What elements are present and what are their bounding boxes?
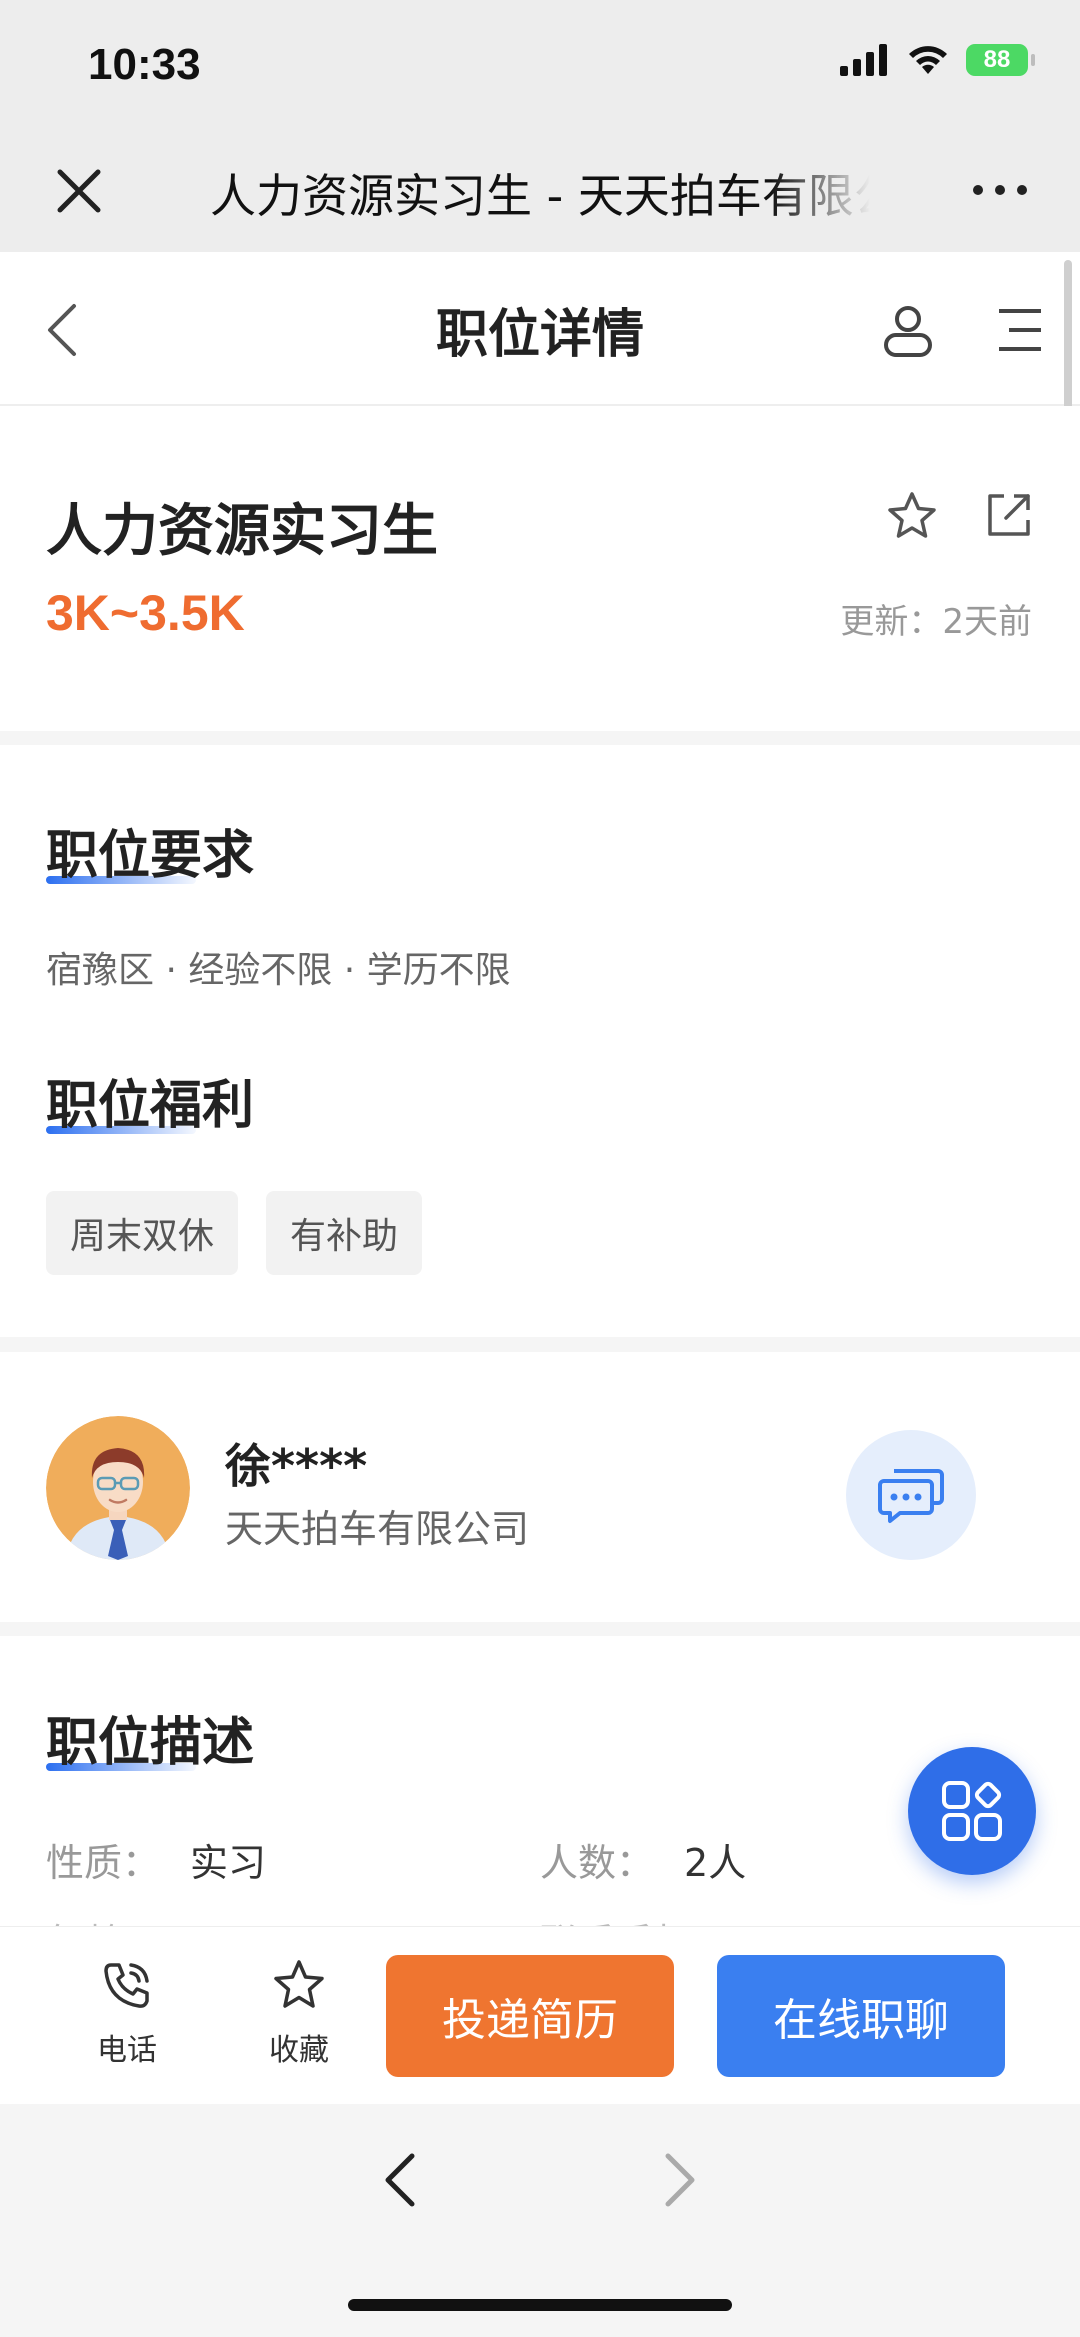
- avatar-illustration: [46, 1416, 190, 1560]
- description-heading-text: 职位描述: [46, 1713, 255, 1773]
- update-time: 更新：2天前: [840, 594, 1032, 643]
- grid-apps-icon: [942, 1781, 1002, 1841]
- signal-icon: [840, 44, 887, 76]
- update-label: 更新：: [840, 602, 943, 642]
- phone-label: 电话: [97, 2033, 157, 2068]
- benefit-tag: 周末双休: [46, 1191, 239, 1275]
- share-icon[interactable]: [984, 490, 1034, 540]
- online-chat-button[interactable]: 在线职聊: [717, 1955, 1005, 2077]
- wechat-title-bar: 人力资源实习生 - 天天拍车有限公司: [0, 130, 1080, 252]
- recruiter-card[interactable]: 徐**** 天天拍车有限公司: [0, 1352, 1080, 1622]
- nature-row: 性质： 实习: [46, 1832, 266, 1887]
- page-header: 职位详情: [0, 252, 1080, 406]
- apply-resume-button[interactable]: 投递简历: [386, 1955, 674, 2077]
- headcount-label: 人数：: [540, 1841, 655, 1885]
- benefits-heading: 职位福利: [46, 1063, 254, 1138]
- floating-menu-button[interactable]: [908, 1747, 1036, 1875]
- chat-button[interactable]: [846, 1430, 976, 1560]
- star-outline-icon: [274, 1960, 324, 2008]
- star-icon[interactable]: [886, 490, 938, 542]
- favorite-label: 收藏: [269, 2033, 329, 2068]
- bottom-action-bar: 电话 收藏 投递简历 在线职聊: [0, 1926, 1080, 2105]
- phone-label-cut: 联系手机：: [540, 1912, 730, 1926]
- requirements-heading-text: 职位要求: [46, 826, 255, 886]
- requirements-card: 职位要求 宿豫区 · 经验不限 · 学历不限 职位福利 周末双休 有补助: [0, 745, 1080, 1337]
- requirements-heading: 职位要求: [46, 813, 254, 888]
- battery-indicator: 88: [966, 44, 1035, 76]
- benefit-tag: 有补助: [266, 1191, 423, 1275]
- headcount-value: 2人: [684, 1841, 747, 1885]
- phone-button[interactable]: 电话: [72, 1959, 182, 2069]
- benefits-heading-text: 职位福利: [46, 1076, 255, 1136]
- wifi-icon: [909, 46, 947, 74]
- update-value: 2天前: [942, 602, 1032, 642]
- job-salary: 3K~3.5K: [46, 585, 245, 641]
- nature-label: 性质：: [46, 1841, 161, 1885]
- more-icon[interactable]: [970, 178, 1030, 202]
- job-header-card: 人力资源实习生 3K~3.5K 更新：2天前: [0, 406, 1080, 731]
- status-bar: 10:33 88: [0, 0, 1080, 130]
- user-icon[interactable]: [880, 302, 936, 358]
- recruiter-name: 徐****: [225, 1439, 368, 1493]
- description-heading: 职位描述: [46, 1700, 254, 1775]
- benefit-tags: 周末双休 有补助: [46, 1191, 423, 1275]
- status-icons: 88: [840, 44, 1035, 76]
- requirements-text: 宿豫区 · 经验不限 · 学历不限: [46, 950, 511, 991]
- browser-forward-icon[interactable]: [660, 2148, 700, 2212]
- recruiter-company: 天天拍车有限公司: [225, 1507, 530, 1551]
- wechat-page-title: 人力资源实习生 - 天天拍车有限公司: [210, 169, 870, 220]
- job-title: 人力资源实习生: [46, 499, 438, 564]
- status-time: 10:33: [88, 40, 201, 89]
- menu-icon[interactable]: [995, 307, 1045, 353]
- chat-bubble-icon: [878, 1469, 944, 1523]
- battery-level: 88: [983, 46, 1011, 73]
- browser-back-icon[interactable]: [380, 2148, 420, 2212]
- recruiter-avatar: [46, 1416, 190, 1560]
- age-label-cut: 年龄：: [46, 1912, 160, 1926]
- nature-value: 实习: [190, 1841, 267, 1885]
- favorite-button[interactable]: 收藏: [244, 1959, 354, 2069]
- home-indicator[interactable]: [348, 2299, 732, 2311]
- phone-icon: [104, 1963, 149, 2008]
- headcount-row: 人数： 2人: [540, 1832, 746, 1887]
- close-icon[interactable]: [50, 162, 108, 220]
